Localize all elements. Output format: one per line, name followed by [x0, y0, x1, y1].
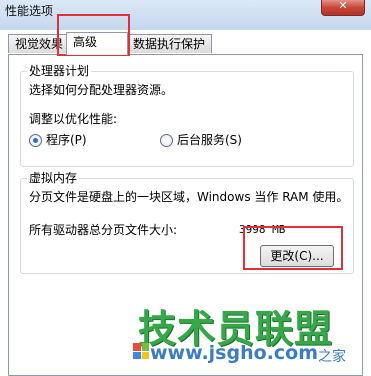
close-button[interactable]: ✕ — [321, 0, 365, 16]
tab-dep[interactable]: 数据执行保护 — [126, 34, 213, 53]
processor-schedule-title: 处理器计划 — [27, 63, 92, 79]
watermark-url: www.jsgho.com — [150, 342, 318, 364]
background-services-radio-label[interactable]: 后台服务(S) — [177, 132, 242, 148]
tab-advanced[interactable]: 高级 — [66, 32, 128, 55]
programs-radio-label[interactable]: 程序(P) — [46, 132, 87, 148]
title-bar: 性能选项 ✕ — [0, 0, 371, 30]
paging-total-label: 所有驱动器总分页文件大小: — [29, 223, 178, 237]
processor-schedule-group: 处理器计划 选择如何分配处理器资源。 调整以优化性能: 程序(P) 后台服务(S… — [20, 63, 354, 167]
adjust-label: 调整以优化性能: — [29, 112, 118, 126]
virtual-memory-title: 虚拟内存 — [27, 170, 80, 186]
windows-logo-icon — [133, 343, 149, 359]
virtual-memory-description: 分页文件是硬盘上的一块区域，Windows 当作 RAM 使用。 — [29, 190, 349, 204]
close-icon: ✕ — [338, 0, 348, 12]
button-highlight-box — [243, 226, 343, 270]
programs-radio[interactable] — [29, 134, 42, 147]
processor-schedule-description: 选择如何分配处理器资源。 — [29, 83, 174, 97]
background-services-radio[interactable] — [160, 134, 173, 147]
watermark-home-text: 之家 — [318, 349, 346, 365]
window-title: 性能选项 — [5, 4, 54, 18]
